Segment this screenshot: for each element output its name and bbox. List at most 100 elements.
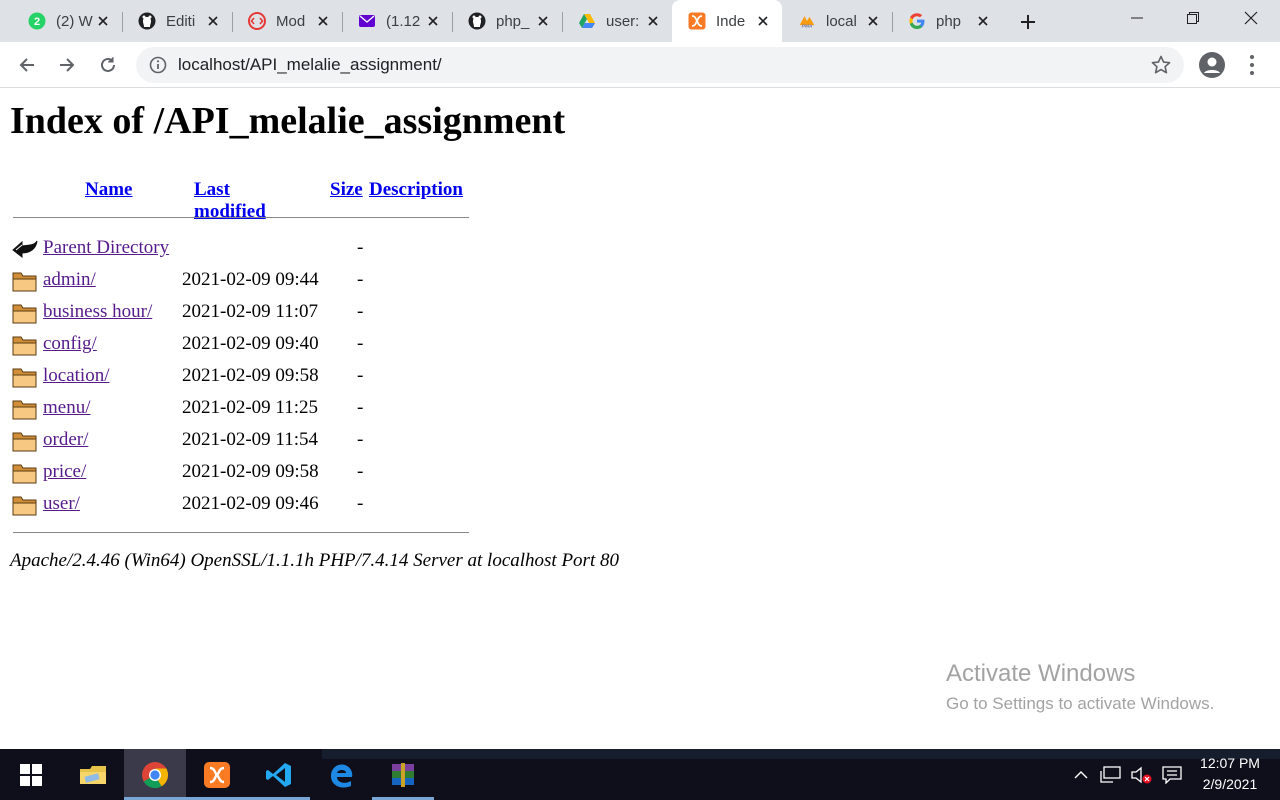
taskbar-vscode[interactable] <box>248 749 310 800</box>
taskbar-xampp[interactable] <box>186 749 248 800</box>
kebab-menu-icon[interactable] <box>1244 52 1260 78</box>
address-bar[interactable]: localhost/API_melalie_assignment/ <box>136 47 1184 83</box>
restore-button[interactable] <box>1164 0 1222 36</box>
tab-1[interactable]: Editi <box>122 0 232 42</box>
plus-icon <box>1021 15 1035 29</box>
directory-entry-row: price/2021-02-09 09:58 - <box>10 459 480 487</box>
directory-link[interactable]: user/ <box>43 493 80 515</box>
github-icon <box>138 12 156 30</box>
tab-4[interactable]: php_ <box>452 0 562 42</box>
vscode-icon <box>266 762 291 787</box>
tray-volume[interactable] <box>1128 749 1154 800</box>
mail-icon <box>358 12 376 30</box>
tab-3[interactable]: (1.12 <box>342 0 452 42</box>
directory-link[interactable]: order/ <box>43 429 88 451</box>
taskbar-file-explorer[interactable] <box>62 749 124 800</box>
close-icon <box>208 16 218 26</box>
tab-close-button[interactable] <box>314 12 332 30</box>
xampp-icon <box>204 761 230 788</box>
tab-8[interactable]: php <box>892 0 1002 42</box>
clock-time: 12:07 PM <box>1200 755 1260 771</box>
tab-0[interactable]: 2 (2) W <box>12 0 122 42</box>
github-icon <box>468 12 486 30</box>
directory-entry-row: config/2021-02-09 09:40 - <box>10 331 480 359</box>
last-modified: 2021-02-09 09:46 <box>182 493 319 514</box>
column-header-size[interactable]: Size <box>330 179 363 201</box>
back-arrow-icon <box>12 240 38 259</box>
footer-divider <box>13 532 469 533</box>
close-icon <box>868 16 878 26</box>
tray-network[interactable] <box>1098 749 1124 800</box>
watermark-subtitle: Go to Settings to activate Windows. <box>946 694 1215 713</box>
winrar-icon <box>392 762 414 787</box>
close-icon <box>1244 11 1258 25</box>
edge-icon <box>331 763 353 788</box>
tab-close-button[interactable] <box>94 12 112 30</box>
tab-close-button[interactable] <box>754 12 772 30</box>
tab-6[interactable]: Inde <box>672 0 782 42</box>
close-window-button[interactable] <box>1222 0 1280 36</box>
size: - <box>357 493 364 514</box>
close-icon <box>758 16 768 26</box>
tab-title: Mod <box>276 12 306 30</box>
tab-close-button[interactable] <box>644 12 662 30</box>
tab-close-button[interactable] <box>204 12 222 30</box>
folder-icon <box>80 765 106 784</box>
sort-by-description-link[interactable]: Description <box>369 179 463 200</box>
start-button[interactable] <box>0 749 62 800</box>
star-icon[interactable] <box>1150 54 1172 76</box>
directory-link[interactable]: business hour/ <box>43 301 152 323</box>
tab-close-button[interactable] <box>534 12 552 30</box>
directory-entry-row: location/2021-02-09 09:58 - <box>10 363 480 391</box>
close-icon <box>428 16 438 26</box>
directory-link[interactable]: location/ <box>43 365 109 387</box>
tab-7[interactable]: PMA local <box>782 0 892 42</box>
tab-title: user: <box>606 12 640 30</box>
new-tab-button[interactable] <box>1014 8 1042 36</box>
directory-link[interactable]: menu/ <box>43 397 91 419</box>
parent-directory-row: Parent Directory - <box>10 235 480 263</box>
sort-by-name-link[interactable]: Name <box>85 179 132 200</box>
tab-strip: 2 (2) W Editi Mod (1.12 php_ user: Inde PMA local… <box>0 0 1280 42</box>
parent-directory-link[interactable]: Parent Directory <box>43 237 169 259</box>
forward-button[interactable] <box>52 50 82 80</box>
tab-close-button[interactable] <box>424 12 442 30</box>
reload-button[interactable] <box>93 50 123 80</box>
size: - <box>357 365 364 386</box>
phpmyadmin-icon: PMA <box>798 12 816 30</box>
folder-icon <box>12 272 37 292</box>
size: - <box>357 301 364 322</box>
back-button[interactable] <box>12 50 42 80</box>
last-modified: 2021-02-09 11:07 <box>182 301 318 322</box>
url-text[interactable]: localhost/API_melalie_assignment/ <box>178 55 442 75</box>
sort-by-modified-link[interactable]: Last modified <box>194 179 266 222</box>
tab-separator <box>892 12 893 32</box>
column-header-name[interactable]: Name <box>85 179 132 201</box>
directory-link[interactable]: config/ <box>43 333 97 355</box>
tab-close-button[interactable] <box>974 12 992 30</box>
column-header-description[interactable]: Description <box>369 179 463 201</box>
minimize-button[interactable] <box>1108 0 1166 36</box>
folder-icon <box>12 304 37 324</box>
taskbar-edge[interactable] <box>310 749 372 800</box>
tab-close-button[interactable] <box>864 12 882 30</box>
minimize-icon <box>1131 17 1143 19</box>
chrome-icon <box>142 761 169 788</box>
close-icon <box>318 16 328 26</box>
info-icon[interactable] <box>148 55 168 75</box>
taskbar-chrome[interactable] <box>124 749 186 800</box>
tab-2[interactable]: Mod <box>232 0 342 42</box>
folder-icon <box>12 336 37 356</box>
tray-overflow-button[interactable] <box>1070 749 1092 800</box>
directory-link[interactable]: admin/ <box>43 269 96 291</box>
size: - <box>357 429 364 450</box>
sort-by-size-link[interactable]: Size <box>330 179 363 200</box>
tab-title: php <box>936 12 962 30</box>
action-center-button[interactable] <box>1158 749 1186 800</box>
taskbar-clock[interactable]: 12:07 PM 2/9/2021 <box>1186 753 1274 795</box>
google-icon <box>908 12 926 30</box>
profile-avatar-icon[interactable] <box>1198 51 1226 79</box>
directory-link[interactable]: price/ <box>43 461 86 483</box>
tab-5[interactable]: user: <box>562 0 672 42</box>
taskbar-winrar[interactable] <box>372 749 434 800</box>
